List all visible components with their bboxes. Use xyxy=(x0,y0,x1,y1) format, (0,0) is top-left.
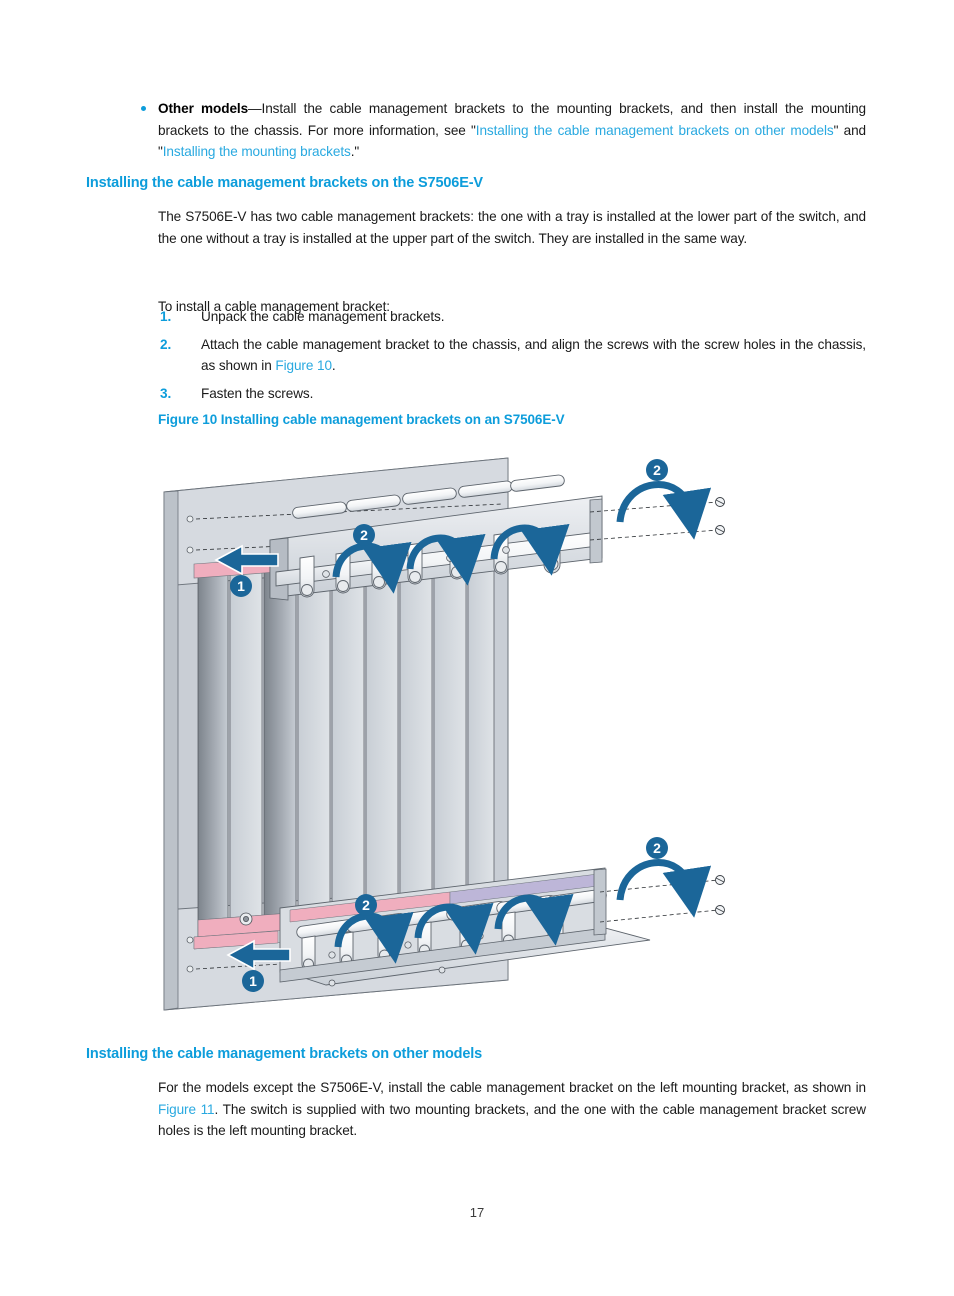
svg-text:2: 2 xyxy=(362,897,370,913)
list-item: 1. Unpack the cable management brackets. xyxy=(158,306,866,328)
step-text: Unpack the cable management brackets. xyxy=(201,309,445,324)
link-cable-management-other-models[interactable]: Installing the cable management brackets… xyxy=(476,123,834,138)
screw-icon xyxy=(715,875,725,915)
list-item: 3. Fasten the screws. xyxy=(158,383,866,405)
figure-caption: Figure 10 Installing cable management br… xyxy=(158,412,565,427)
document-page: Other models—Install the cable managemen… xyxy=(0,0,954,1296)
bullet-dot-icon xyxy=(141,106,146,111)
svg-text:2: 2 xyxy=(360,527,368,543)
svg-text:2: 2 xyxy=(653,840,661,856)
svg-text:1: 1 xyxy=(249,973,257,989)
list-item: 2. Attach the cable management bracket t… xyxy=(158,334,866,377)
figure-illustration-s7506ev: 1 2 2 1 2 2 xyxy=(150,440,770,1020)
paragraph-s7506-intro: The S7506E-V has two cable management br… xyxy=(158,209,866,246)
step-text-post: . xyxy=(331,358,336,373)
step-number: 1. xyxy=(160,309,172,324)
bullet-text-part-3: ." xyxy=(350,144,360,159)
bullet-item-text: Other models—Install the cable managemen… xyxy=(158,98,866,163)
svg-text:2: 2 xyxy=(653,462,661,478)
screw-icon xyxy=(715,497,725,535)
link-figure-10[interactable]: Figure 10 xyxy=(275,358,332,373)
step-number: 2. xyxy=(160,336,172,352)
paragraph-other-models: For the models except the S7506E-V, inst… xyxy=(158,1077,866,1142)
heading-installing-brackets-s7506ev: Installing the cable management brackets… xyxy=(86,175,483,191)
step-number: 3. xyxy=(160,385,172,401)
svg-text:1: 1 xyxy=(237,578,245,594)
bullet-lead-label: Other models xyxy=(158,101,249,116)
heading-installing-brackets-other-models: Installing the cable management brackets… xyxy=(86,1046,483,1062)
link-figure-11[interactable]: Figure 11 xyxy=(158,1102,215,1117)
link-installing-mounting-brackets[interactable]: Installing the mounting brackets xyxy=(163,144,351,159)
other-text-post: . The switch is supplied with two mounti… xyxy=(158,1101,866,1139)
other-text-pre: For the models except the S7506E-V, inst… xyxy=(158,1080,866,1095)
bullet-list-item: Other models—Install the cable managemen… xyxy=(141,98,866,163)
page-number: 17 xyxy=(469,1205,485,1220)
alignment-lines-upper-right xyxy=(589,497,725,541)
step-text: Fasten the screws. xyxy=(201,385,314,401)
ordered-step-list: 1. Unpack the cable management brackets.… xyxy=(158,306,866,410)
chassis-card-slots xyxy=(197,555,495,945)
